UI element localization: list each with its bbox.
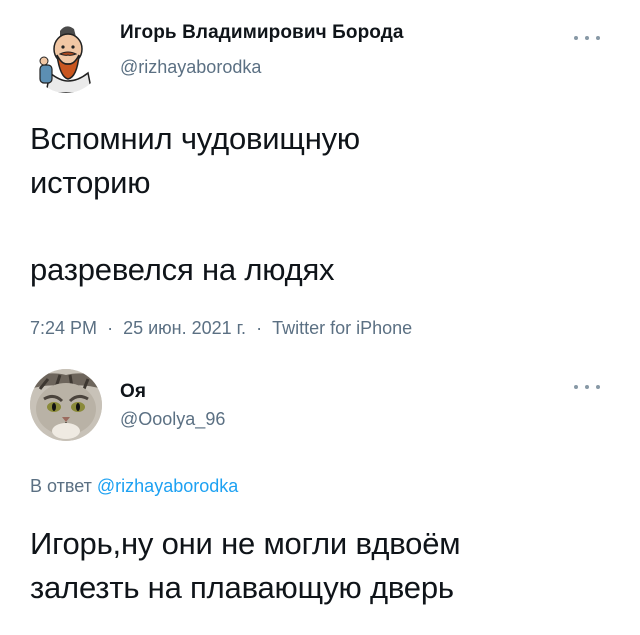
reply-more-options-button[interactable] <box>574 380 600 394</box>
more-horizontal-icon-dot <box>585 36 589 40</box>
tweet-main: Игорь Владимирович Борода @rizhayaborodk… <box>0 0 640 352</box>
reply-to-mention[interactable]: @rizhayaborodka <box>97 476 238 496</box>
tweet-date[interactable]: 25 июн. 2021 г. <box>123 318 246 338</box>
reply-to-label: В ответ <box>30 476 92 496</box>
tweet-time[interactable]: 7:24 PM <box>30 318 97 338</box>
tweet-text-line: Вспомнил чудовищную <box>30 121 360 156</box>
reply-author-avatar[interactable] <box>30 369 102 441</box>
more-horizontal-icon-dot <box>596 385 600 389</box>
more-horizontal-icon-dot <box>585 385 589 389</box>
reply-text-line: Игорь,ну они не могли вдвоём <box>30 526 461 561</box>
reply-text-line: залезть на плавающую дверь <box>30 570 454 605</box>
more-horizontal-icon-dot <box>596 36 600 40</box>
meta-separator: · <box>107 318 114 338</box>
cat-avatar-icon <box>30 369 102 441</box>
more-horizontal-icon-dot <box>574 385 578 389</box>
tweet-text-line: разревелся на людях <box>30 252 335 287</box>
more-horizontal-icon-dot <box>574 36 578 40</box>
tweet-text-line: историю <box>30 165 151 200</box>
author-avatar[interactable] <box>30 21 102 93</box>
reply-author-handle[interactable]: @Ooolya_96 <box>120 409 225 430</box>
reply-to-line: В ответ @rizhayaborodka <box>30 476 238 497</box>
meta-separator: · <box>256 318 263 338</box>
author-handle[interactable]: @rizhayaborodka <box>120 57 261 78</box>
author-display-name[interactable]: Игорь Владимирович Борода <box>120 22 404 44</box>
more-options-button[interactable] <box>574 31 600 45</box>
tweet-source[interactable]: Twitter for iPhone <box>272 318 412 338</box>
reply-author-display-name[interactable]: Оя <box>120 381 146 403</box>
bearded-man-avatar-icon <box>39 26 93 93</box>
tweet-meta: 7:24 PM · 25 июн. 2021 г. · Twitter for … <box>30 318 412 339</box>
tweet-reply: Оя @Ooolya_96 В ответ @rizhayaborodka Иг… <box>0 352 640 635</box>
